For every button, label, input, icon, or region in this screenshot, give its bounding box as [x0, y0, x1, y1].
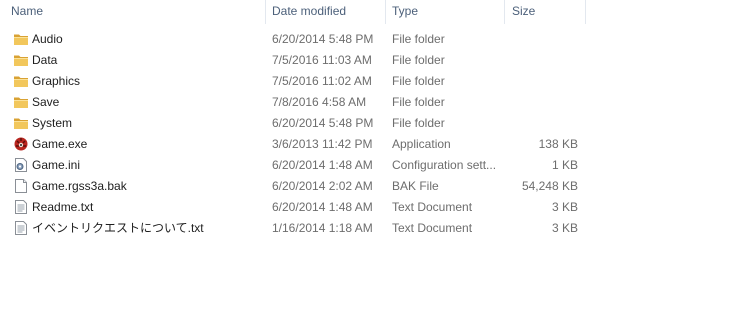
column-header-date-modified[interactable]: Date modified — [272, 0, 384, 22]
file-date-modified: 6/20/2014 1:48 AM — [272, 200, 373, 214]
file-name: Graphics — [32, 74, 81, 88]
file-name: System — [32, 116, 73, 130]
file-date-modified: 3/6/2013 11:42 PM — [272, 137, 373, 151]
file-row[interactable]: イベントリクエストについて.txt 1/16/2014 1:18 AM Text… — [0, 218, 747, 239]
file-name: イベントリクエストについて.txt — [32, 221, 204, 235]
file-name: Audio — [32, 32, 63, 46]
file-name: Game.exe — [32, 137, 88, 151]
column-divider[interactable] — [385, 0, 386, 24]
file-type: File folder — [392, 116, 445, 130]
file-row[interactable]: Save 7/8/2016 4:58 AM File folder — [0, 92, 747, 113]
file-type: BAK File — [392, 179, 439, 193]
file-name: Save — [32, 95, 60, 109]
file-size: 138 KB — [538, 137, 578, 151]
file-date-modified: 1/16/2014 1:18 AM — [272, 221, 373, 235]
file-row[interactable]: Audio 6/20/2014 5:48 PM File folder — [0, 29, 747, 50]
file-row[interactable]: System 6/20/2014 5:48 PM File folder — [0, 113, 747, 134]
file-row[interactable]: Game.ini 6/20/2014 1:48 AM Configuration… — [0, 155, 747, 176]
folder-icon — [13, 71, 29, 92]
file-date-modified: 7/8/2016 4:58 AM — [272, 95, 367, 109]
column-header-type-label: Type — [392, 4, 419, 18]
file-type: File folder — [392, 53, 445, 67]
file-type: Text Document — [392, 200, 473, 214]
file-rows: Audio 6/20/2014 5:48 PM File folder Data… — [0, 29, 747, 239]
column-header-size[interactable]: Size — [512, 0, 584, 22]
folder-icon — [13, 50, 29, 71]
application-icon — [13, 134, 29, 155]
file-size: 3 KB — [551, 221, 578, 235]
file-type: File folder — [392, 74, 445, 88]
folder-icon — [13, 92, 29, 113]
file-date-modified: 7/5/2016 11:02 AM — [272, 74, 372, 88]
column-header-type[interactable]: Type — [392, 0, 504, 22]
file-type: Application — [392, 137, 451, 151]
file-size — [506, 50, 578, 71]
text-file-icon — [13, 197, 29, 218]
folder-icon — [13, 29, 29, 50]
text-file-icon — [13, 218, 29, 239]
file-size: 1 KB — [551, 158, 578, 172]
file-date-modified: 7/5/2016 11:03 AM — [272, 53, 372, 67]
column-divider[interactable] — [585, 0, 586, 24]
file-row[interactable]: Data 7/5/2016 11:03 AM File folder — [0, 50, 747, 71]
file-name: Game.rgss3a.bak — [32, 179, 127, 193]
file-name: Game.ini — [32, 158, 81, 172]
column-header-name[interactable]: Name ⌃ — [11, 0, 265, 22]
file-date-modified: 6/20/2014 5:48 PM — [272, 32, 374, 46]
column-divider[interactable] — [265, 0, 266, 24]
file-type: Configuration sett... — [392, 158, 497, 172]
file-type: Text Document — [392, 221, 473, 235]
file-row[interactable]: Game.rgss3a.bak 6/20/2014 2:02 AM BAK Fi… — [0, 176, 747, 197]
file-date-modified: 6/20/2014 1:48 AM — [272, 158, 373, 172]
column-divider[interactable] — [504, 0, 505, 24]
blank-file-icon — [13, 176, 29, 197]
file-date-modified: 6/20/2014 2:02 AM — [272, 179, 373, 193]
file-name: Data — [32, 53, 58, 67]
settings-file-icon — [13, 155, 29, 176]
file-row[interactable]: Game.exe 3/6/2013 11:42 PM Application 1… — [0, 134, 747, 155]
file-size — [506, 71, 578, 92]
column-header-bar: Name ⌃ Date modified Type Size — [0, 0, 747, 24]
sort-indicator-icon: ⌃ — [140, 0, 150, 3]
file-type: File folder — [392, 32, 445, 46]
file-size: 54,248 KB — [521, 179, 578, 193]
file-type: File folder — [392, 95, 445, 109]
file-size — [506, 92, 578, 113]
file-size: 3 KB — [551, 200, 578, 214]
file-size — [506, 29, 578, 50]
file-date-modified: 6/20/2014 5:48 PM — [272, 116, 374, 130]
column-header-date-label: Date modified — [272, 4, 347, 18]
folder-icon — [13, 113, 29, 134]
file-size — [506, 113, 578, 134]
file-row[interactable]: Graphics 7/5/2016 11:02 AM File folder — [0, 71, 747, 92]
file-name: Readme.txt — [32, 200, 94, 214]
column-header-size-label: Size — [512, 4, 536, 18]
column-header-name-label: Name — [11, 4, 44, 18]
file-list-view: Name ⌃ Date modified Type Size Audio 6/2… — [0, 0, 747, 316]
file-row[interactable]: Readme.txt 6/20/2014 1:48 AM Text Docume… — [0, 197, 747, 218]
